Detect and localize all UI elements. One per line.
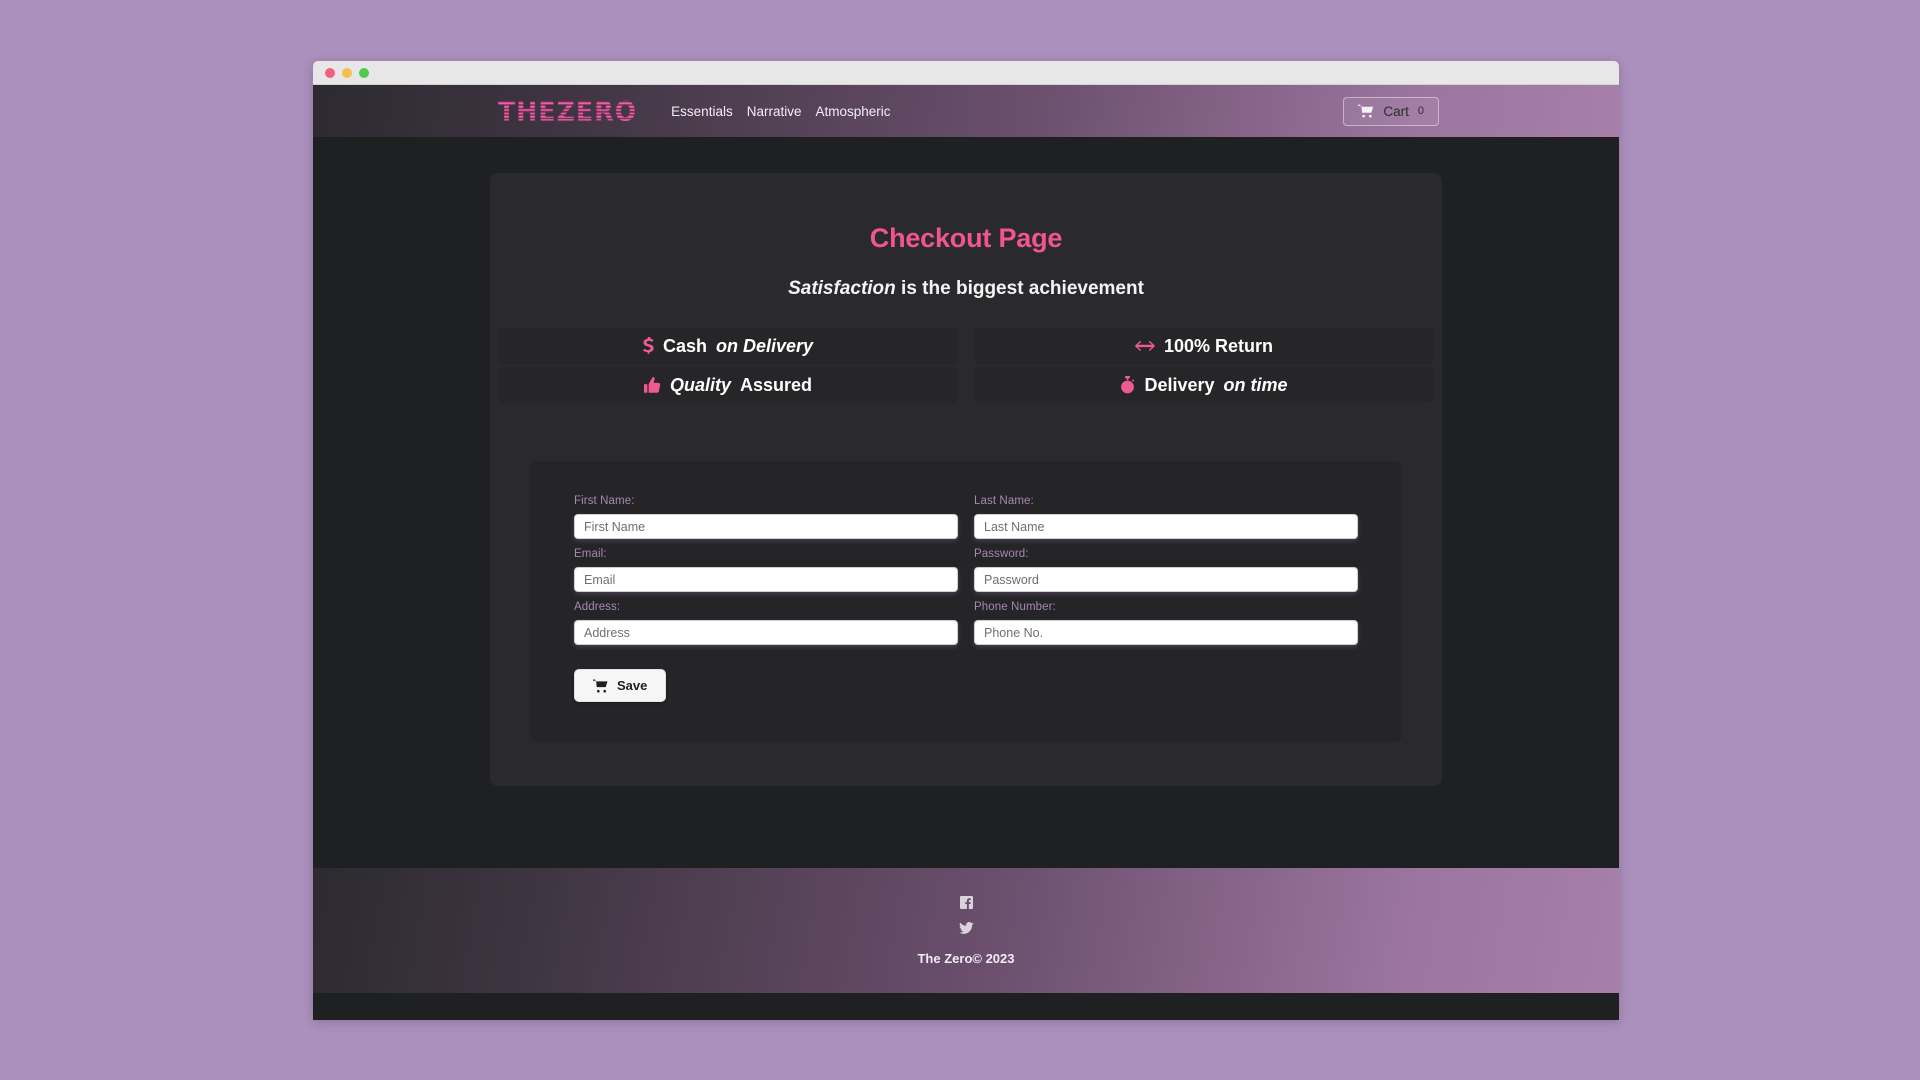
feature-cash-em: on Delivery — [715, 335, 814, 356]
feature-quality-assured: Quality Assured — [498, 367, 958, 403]
field-phone-number: Phone Number: — [974, 601, 1358, 645]
page-subtitle-rest: is the biggest achievement — [895, 278, 1144, 299]
feature-cash-on-delivery: Cash on Delivery — [498, 328, 958, 364]
field-label-first-name: First Name: — [574, 495, 635, 507]
nav-link-narrative[interactable]: Narrative — [747, 104, 802, 119]
feature-return-bold: 100% Return — [1163, 335, 1274, 356]
arrows-left-right-icon — [1135, 340, 1155, 352]
cart-plus-icon — [593, 679, 608, 693]
navbar: THEZERO Essentials Narrative Atmospheric… — [313, 85, 1619, 137]
feature-grid: Cash on Delivery 100% Return Quality Ass… — [496, 328, 1436, 403]
field-label-address: Address: — [574, 601, 621, 613]
last-name-input[interactable] — [974, 514, 1358, 539]
window-maximize-button[interactable] — [359, 67, 369, 78]
browser-window: THEZERO Essentials Narrative Atmospheric… — [313, 61, 1619, 1020]
field-label-phone-number: Phone Number: — [974, 601, 1056, 613]
feature-delivery-em: on time — [1223, 374, 1288, 395]
feature-quality-bold: Assured — [739, 374, 813, 395]
first-name-input[interactable] — [574, 514, 958, 539]
field-email: Email: — [574, 548, 958, 592]
dollar-sign-icon — [642, 336, 654, 356]
cart-button[interactable]: Cart 0 — [1343, 96, 1439, 126]
page-subtitle: Satisfaction is the biggest achievement — [490, 278, 1442, 300]
nav-link-atmospheric[interactable]: Atmospheric — [815, 104, 890, 119]
save-button[interactable]: Save — [574, 669, 667, 702]
nav-link-essentials[interactable]: Essentials — [671, 104, 733, 119]
field-label-email: Email: — [574, 548, 607, 560]
shopping-cart-icon — [1358, 104, 1374, 118]
save-button-label: Save — [617, 678, 648, 693]
page-body: Checkout Page Satisfaction is the bigges… — [313, 137, 1619, 868]
password-input[interactable] — [974, 567, 1358, 592]
feature-quality-em: Quality — [669, 374, 731, 395]
field-label-password: Password: — [974, 548, 1029, 560]
browser-titlebar — [313, 61, 1619, 85]
twitter-icon[interactable] — [958, 921, 974, 935]
browser-viewport: THEZERO Essentials Narrative Atmospheric… — [313, 85, 1619, 1020]
email-input[interactable] — [574, 567, 958, 592]
field-label-last-name: Last Name: — [974, 495, 1034, 507]
form-grid: First Name: Last Name: Email: Pa — [574, 495, 1358, 654]
thumbs-up-icon — [643, 376, 661, 394]
nav-links: Essentials Narrative Atmospheric — [671, 104, 890, 119]
feature-delivery-bold: Delivery — [1144, 374, 1215, 395]
address-input[interactable] — [574, 620, 958, 645]
window-close-button[interactable] — [325, 67, 335, 78]
brand-logo[interactable]: THEZERO — [498, 95, 637, 126]
footer: The Zero© 2023 — [313, 868, 1619, 993]
checkout-form-card: First Name: Last Name: Email: Pa — [530, 461, 1402, 742]
field-password: Password: — [974, 548, 1358, 592]
page-subtitle-emphasis: Satisfaction — [788, 278, 896, 299]
window-minimize-button[interactable] — [342, 67, 352, 78]
cart-count-badge: 0 — [1417, 105, 1424, 117]
content-card: Checkout Page Satisfaction is the bigges… — [490, 173, 1442, 786]
field-first-name: First Name: — [574, 495, 958, 539]
field-last-name: Last Name: — [974, 495, 1358, 539]
facebook-icon[interactable] — [959, 895, 973, 909]
feature-cash-bold: Cash — [662, 335, 707, 356]
feature-100-return: 100% Return — [974, 328, 1434, 364]
page-title: Checkout Page — [869, 223, 1063, 253]
feature-delivery-on-time: Delivery on time — [974, 367, 1434, 403]
field-address: Address: — [574, 601, 958, 645]
stopwatch-icon — [1120, 376, 1135, 394]
cart-label: Cart — [1383, 103, 1409, 119]
phone-number-input[interactable] — [974, 620, 1358, 645]
footer-copyright: The Zero© 2023 — [917, 950, 1015, 966]
